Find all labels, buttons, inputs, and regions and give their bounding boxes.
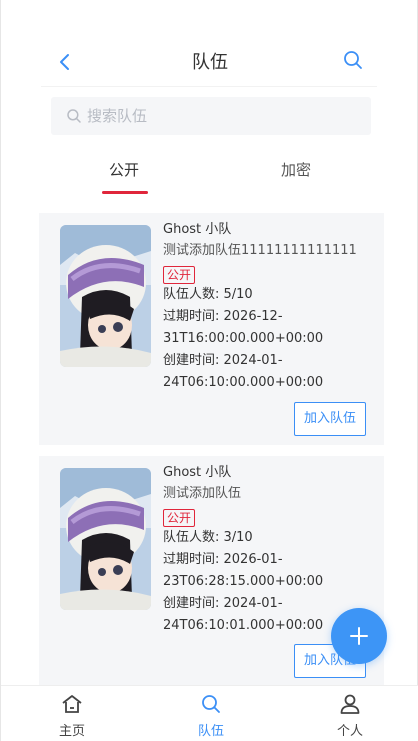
search-icon bbox=[344, 51, 362, 69]
team-avatar bbox=[60, 468, 151, 610]
create-team-button[interactable] bbox=[331, 608, 387, 664]
search-input[interactable] bbox=[87, 97, 357, 135]
home-icon bbox=[62, 695, 82, 713]
active-tab-indicator bbox=[102, 191, 148, 194]
tab-public[interactable]: 公开 bbox=[109, 159, 139, 180]
tabbar-item-team[interactable]: 队伍 bbox=[181, 692, 241, 739]
team-name: Ghost 小队 bbox=[163, 222, 232, 237]
search-bar[interactable] bbox=[51, 97, 371, 135]
team-avatar bbox=[60, 225, 151, 367]
status-badge: 公开 bbox=[163, 266, 196, 284]
team-card: Ghost 小队 测试添加队伍 公开 队伍人数: 3/10 过期时间: 2026… bbox=[39, 456, 384, 696]
user-icon bbox=[340, 694, 360, 714]
header-search-button[interactable] bbox=[341, 48, 365, 72]
team-expire-time-cont: 23T06:28:15.000+00:00 bbox=[163, 574, 324, 589]
plus-icon bbox=[350, 627, 368, 645]
tab-bar: 公开 加密 bbox=[1, 155, 418, 199]
bottom-tab-bar: 主页 队伍 个人 bbox=[1, 685, 418, 741]
search-icon bbox=[202, 695, 220, 713]
status-badge: 公开 bbox=[163, 509, 196, 527]
team-description: 测试添加队伍11111111111111 bbox=[163, 243, 357, 258]
tabbar-label-team: 队伍 bbox=[197, 724, 224, 739]
team-create-time: 创建时间: 2024-01- bbox=[163, 353, 283, 368]
search-icon bbox=[67, 109, 81, 123]
team-card: Ghost 小队 测试添加队伍11111111111111 公开 队伍人数: 5… bbox=[39, 213, 384, 445]
team-members: 队伍人数: 3/10 bbox=[163, 530, 253, 545]
tabbar-item-home[interactable]: 主页 bbox=[42, 692, 102, 739]
team-info: Ghost 小队 测试添加队伍11111111111111 公开 队伍人数: 5… bbox=[163, 219, 378, 394]
team-members: 队伍人数: 5/10 bbox=[163, 287, 253, 302]
tabbar-item-profile[interactable]: 个人 bbox=[320, 692, 380, 739]
nav-bar: 队伍 bbox=[1, 40, 418, 84]
team-create-time-cont: 24T06:10:00.000+00:00 bbox=[163, 375, 324, 390]
team-expire-time: 过期时间: 2026-12- bbox=[163, 309, 283, 324]
team-expire-time-cont: 31T16:00:00.000+00:00 bbox=[163, 331, 324, 346]
tabbar-label-home: 主页 bbox=[58, 724, 85, 739]
join-team-button[interactable]: 加入队伍 bbox=[294, 402, 366, 436]
app-frame: 队伍 公开 加密 bbox=[0, 0, 418, 741]
team-expire-time: 过期时间: 2026-01- bbox=[163, 552, 283, 567]
header-divider bbox=[41, 86, 377, 87]
tab-encrypted[interactable]: 加密 bbox=[281, 159, 311, 180]
tabbar-label-profile: 个人 bbox=[336, 724, 363, 739]
team-name: Ghost 小队 bbox=[163, 465, 232, 480]
team-description: 测试添加队伍 bbox=[163, 486, 242, 501]
